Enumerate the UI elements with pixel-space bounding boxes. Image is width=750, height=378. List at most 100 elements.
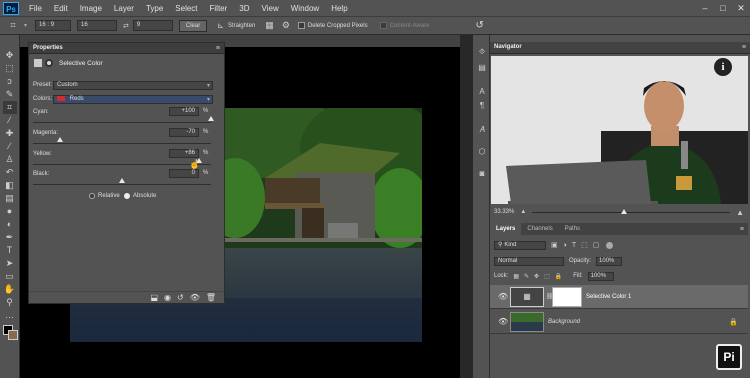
clear-button[interactable]: Clear — [178, 19, 208, 32]
visibility-eye-icon[interactable]: 👁 — [498, 292, 508, 301]
menu-edit[interactable]: Edit — [48, 4, 74, 13]
zoom-slider[interactable] — [532, 208, 731, 214]
mask-icon[interactable] — [45, 59, 53, 67]
gradient-tool-icon[interactable]: ▤ — [3, 192, 17, 205]
tab-layers[interactable]: Layers — [490, 223, 522, 235]
reset-icon[interactable]: ↺ — [476, 20, 484, 31]
maximize-button[interactable]: □ — [714, 3, 732, 13]
layer-name[interactable]: Selective Color 1 — [586, 294, 631, 300]
paragraph-icon[interactable]: ¶ — [475, 101, 489, 110]
fill-input[interactable]: 100% — [587, 271, 614, 281]
healing-brush-icon[interactable]: ✚ — [3, 127, 17, 140]
pen-tool-icon[interactable]: ✒ — [3, 231, 17, 244]
lock-pixels-icon[interactable]: ✎ — [524, 273, 529, 280]
blur-tool-icon[interactable]: ● — [3, 205, 17, 218]
magenta-slider[interactable] — [33, 143, 211, 144]
trash-icon[interactable]: 🗑 — [206, 293, 216, 302]
menu-layer[interactable]: Layer — [108, 4, 140, 13]
layer-row-selective-color[interactable]: 👁 ▦ ⛓ Selective Color 1 — [490, 285, 748, 309]
straighten-label[interactable]: Straighten — [228, 23, 255, 29]
cyan-slider-knob[interactable] — [208, 116, 214, 121]
gear-icon[interactable]: ⚙ — [282, 20, 290, 31]
view-previous-icon[interactable]: ◉ — [164, 293, 171, 302]
pixel-filter-icon[interactable]: ▣ — [551, 241, 558, 249]
menu-3d[interactable]: 3D — [233, 4, 255, 13]
shape-filter-icon[interactable]: ⬚ — [581, 241, 588, 249]
layer-name[interactable]: Background — [548, 319, 580, 325]
brush-tool-icon[interactable]: ∕ — [3, 140, 17, 153]
navigator-preview[interactable]: i — [491, 56, 748, 204]
grid-overlay-icon[interactable]: ▦ — [265, 20, 274, 31]
magenta-slider-knob[interactable] — [56, 137, 63, 142]
3d-icon[interactable]: ⬡ — [475, 147, 489, 156]
menu-file[interactable]: File — [23, 4, 48, 13]
delete-cropped-checkbox[interactable] — [297, 22, 305, 29]
info-icon[interactable]: ◙ — [475, 169, 489, 178]
menu-image[interactable]: Image — [74, 4, 108, 13]
lock-artboard-icon[interactable]: ⬚ — [544, 273, 550, 280]
zoom-out-icon[interactable]: ▲ — [520, 209, 526, 215]
lock-all-icon[interactable]: 🔒 — [555, 273, 562, 280]
dodge-tool-icon[interactable]: ◐ — [3, 218, 17, 231]
eyedropper-tool-icon[interactable]: ⁄ — [3, 114, 17, 127]
swap-icon[interactable]: ⇄ — [123, 22, 129, 30]
blend-mode-select[interactable]: Normal — [494, 256, 564, 266]
quick-select-tool-icon[interactable]: ✎ — [3, 88, 17, 101]
layer-mask-thumbnail[interactable] — [552, 287, 582, 307]
crop-height-input[interactable]: 9 — [132, 20, 173, 31]
history-icon[interactable]: ⯑ — [475, 47, 489, 57]
magenta-value-input[interactable]: -70 — [169, 128, 199, 137]
history-brush-icon[interactable]: ↶ — [3, 166, 17, 179]
filter-toggle-icon[interactable] — [606, 241, 614, 249]
visibility-eye-icon[interactable]: 👁 — [498, 317, 508, 326]
crop-icon[interactable]: ⌗ — [6, 19, 20, 32]
close-button[interactable]: ✕ — [732, 3, 750, 14]
yellow-value-input[interactable]: +86 — [169, 149, 199, 158]
crop-tool-icon[interactable]: ⌗ — [2, 101, 17, 114]
lasso-tool-icon[interactable]: ↄ — [3, 75, 17, 88]
clone-stamp-icon[interactable]: ♙ — [3, 153, 17, 166]
relative-radio[interactable] — [89, 193, 95, 199]
black-slider-knob[interactable] — [119, 178, 125, 183]
panel-menu-icon[interactable]: ≡ — [740, 226, 744, 233]
layer-row-background[interactable]: 👁 Background 🔒 — [490, 310, 748, 334]
reset-icon[interactable]: ↺ — [177, 293, 184, 302]
menu-select[interactable]: Select — [169, 4, 203, 13]
cyan-slider[interactable] — [33, 122, 211, 123]
menu-window[interactable]: Window — [285, 4, 325, 13]
path-select-icon[interactable]: ➤ — [3, 257, 17, 270]
clip-to-layer-icon[interactable]: ⬓ — [150, 293, 158, 302]
tab-channels[interactable]: Channels — [521, 226, 558, 232]
marquee-tool-icon[interactable]: ⬚ — [3, 62, 17, 75]
background-color[interactable] — [7, 330, 18, 340]
straighten-icon[interactable]: ⊾ — [217, 21, 224, 30]
smart-filter-icon[interactable]: ▢ — [593, 241, 600, 249]
eraser-tool-icon[interactable]: ◧ — [3, 179, 17, 192]
panel-menu-icon[interactable]: ≡ — [742, 42, 746, 53]
type-tool-icon[interactable]: T — [3, 244, 17, 257]
photoshop-logo[interactable]: Ps — [3, 1, 19, 15]
chevron-down-icon[interactable]: ▾ — [24, 22, 27, 29]
brush-preset-icon[interactable]: ▤ — [475, 63, 489, 72]
panel-menu-icon[interactable]: ≡ — [216, 43, 220, 54]
move-tool-icon[interactable]: ✥ — [3, 49, 17, 62]
zoom-tool-icon[interactable]: ⚲ — [3, 296, 17, 309]
menu-type[interactable]: Type — [140, 4, 169, 13]
black-value-input[interactable]: 0 — [169, 169, 199, 178]
tab-paths[interactable]: Paths — [559, 226, 586, 232]
lock-position-icon[interactable]: ✥ — [534, 273, 539, 280]
more-tools-icon[interactable]: … — [3, 309, 17, 322]
rectangle-tool-icon[interactable]: ▭ — [3, 270, 17, 283]
lock-transparent-icon[interactable]: ▦ — [513, 273, 519, 280]
zoom-in-icon[interactable]: ▲ — [736, 208, 744, 217]
type-filter-icon[interactable]: T — [572, 242, 576, 249]
ratio-select[interactable]: 16 : 9 — [35, 20, 72, 31]
cyan-value-input[interactable]: +100 — [169, 107, 199, 116]
info-badge-icon[interactable]: i — [714, 58, 732, 76]
kind-select[interactable]: ⚲ Kind — [494, 240, 546, 250]
character-icon[interactable]: A — [475, 87, 489, 96]
minimize-button[interactable]: – — [696, 3, 714, 13]
opacity-input[interactable]: 100% — [596, 256, 623, 266]
glyphs-icon[interactable]: 𝐴 — [475, 125, 489, 135]
zoom-value[interactable]: 33.33% — [494, 209, 514, 215]
